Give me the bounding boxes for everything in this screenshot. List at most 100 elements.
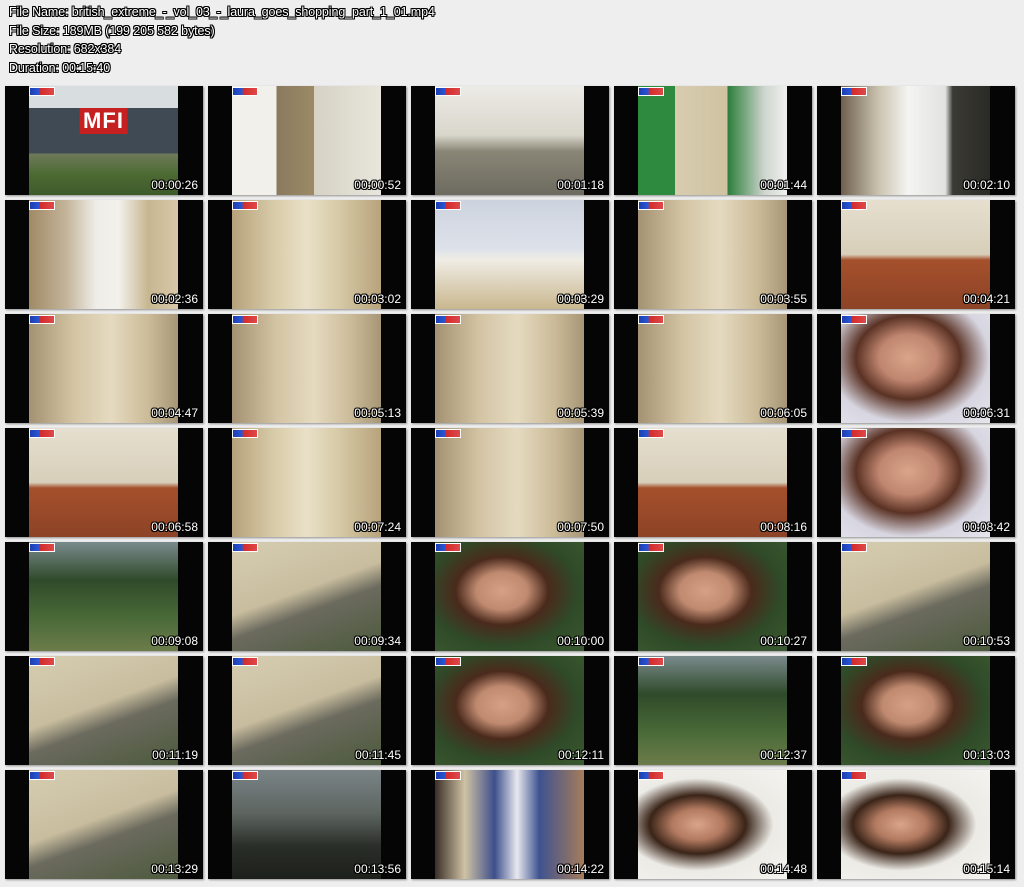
thumbnail: 00:11:45: [208, 656, 406, 765]
thumbnail: 00:14:22: [411, 770, 609, 879]
channel-logo-icon: [232, 771, 258, 780]
timestamp-label: 00:05:13: [354, 406, 401, 420]
store-sign: MFI: [79, 108, 128, 134]
thumbnail: 00:10:27: [614, 542, 812, 651]
channel-logo-icon: [638, 87, 664, 96]
thumbnail: 00:09:34: [208, 542, 406, 651]
thumbnail: 00:06:31: [817, 314, 1015, 423]
thumbnail: 00:01:18: [411, 86, 609, 195]
thumbnail: 00:13:56: [208, 770, 406, 879]
thumbnail: 00:00:52: [208, 86, 406, 195]
thumbnail: 00:04:21: [817, 200, 1015, 309]
thumbnail: 00:09:08: [5, 542, 203, 651]
channel-logo-icon: [435, 543, 461, 552]
channel-logo-icon: [232, 201, 258, 210]
timestamp-label: 00:10:00: [557, 634, 604, 648]
thumbnail: 00:12:11: [411, 656, 609, 765]
thumbnail: 00:03:02: [208, 200, 406, 309]
timestamp-label: 00:06:05: [760, 406, 807, 420]
timestamp-label: 00:12:11: [558, 748, 604, 762]
timestamp-label: 00:00:26: [151, 178, 198, 192]
timestamp-label: 00:07:50: [557, 520, 604, 534]
channel-logo-icon: [435, 315, 461, 324]
thumbnail: 00:15:14: [817, 770, 1015, 879]
timestamp-label: 00:00:52: [354, 178, 401, 192]
channel-logo-icon: [841, 429, 867, 438]
timestamp-label: 00:10:53: [963, 634, 1010, 648]
thumbnail: 00:07:50: [411, 428, 609, 537]
thumbnail: 00:05:13: [208, 314, 406, 423]
channel-logo-icon: [435, 429, 461, 438]
timestamp-label: 00:13:29: [151, 862, 198, 876]
channel-logo-icon: [435, 201, 461, 210]
thumbnail: 00:07:24: [208, 428, 406, 537]
channel-logo-icon: [638, 429, 664, 438]
timestamp-label: 00:15:14: [963, 862, 1010, 876]
thumbnail: 00:13:03: [817, 656, 1015, 765]
timestamp-label: 00:14:48: [760, 862, 807, 876]
channel-logo-icon: [232, 87, 258, 96]
channel-logo-icon: [841, 201, 867, 210]
timestamp-label: 00:01:18: [557, 178, 604, 192]
timestamp-label: 00:12:37: [760, 748, 807, 762]
channel-logo-icon: [435, 657, 461, 666]
channel-logo-icon: [29, 657, 55, 666]
timestamp-label: 00:13:56: [354, 862, 401, 876]
channel-logo-icon: [638, 201, 664, 210]
thumbnail: 00:03:29: [411, 200, 609, 309]
thumbnail: 00:10:00: [411, 542, 609, 651]
thumbnail: 00:06:58: [5, 428, 203, 537]
channel-logo-icon: [232, 543, 258, 552]
thumbnail: 00:10:53: [817, 542, 1015, 651]
channel-logo-icon: [29, 315, 55, 324]
timestamp-label: 00:03:29: [557, 292, 604, 306]
timestamp-label: 00:03:02: [354, 292, 401, 306]
timestamp-label: 00:13:03: [963, 748, 1010, 762]
channel-logo-icon: [638, 315, 664, 324]
thumbnail: 00:11:19: [5, 656, 203, 765]
thumbnail: 00:06:05: [614, 314, 812, 423]
timestamp-label: 00:04:21: [963, 292, 1010, 306]
thumbnail-grid: MFI 00:00:26 00:00:52 00:01:18 00:01:44 00:02…: [5, 86, 1015, 879]
timestamp-label: 00:04:47: [151, 406, 198, 420]
thumbnail: 00:08:16: [614, 428, 812, 537]
timestamp-label: 00:11:19: [152, 748, 198, 762]
timestamp-label: 00:07:24: [354, 520, 401, 534]
timestamp-label: 00:09:08: [151, 634, 198, 648]
thumbnail: 00:12:37: [614, 656, 812, 765]
timestamp-label: 00:10:27: [760, 634, 807, 648]
timestamp-label: 00:14:22: [557, 862, 604, 876]
timestamp-label: 00:06:58: [151, 520, 198, 534]
timestamp-label: 00:01:44: [760, 178, 807, 192]
channel-logo-icon: [29, 771, 55, 780]
timestamp-label: 00:09:34: [354, 634, 401, 648]
channel-logo-icon: [638, 543, 664, 552]
thumbnail: MFI 00:00:26: [5, 86, 203, 195]
channel-logo-icon: [638, 771, 664, 780]
file-name-line: File Name: british_extreme_-_vol_03_-_la…: [9, 5, 435, 19]
file-info-header: File Name: british_extreme_-_vol_03_-_la…: [9, 3, 435, 77]
timestamp-label: 00:06:31: [963, 406, 1010, 420]
thumbnail: 00:01:44: [614, 86, 812, 195]
channel-logo-icon: [841, 87, 867, 96]
thumbnail: 00:05:39: [411, 314, 609, 423]
timestamp-label: 00:08:42: [963, 520, 1010, 534]
timestamp-label: 00:02:36: [151, 292, 198, 306]
thumbnail: 00:03:55: [614, 200, 812, 309]
channel-logo-icon: [841, 315, 867, 324]
timestamp-label: 00:05:39: [557, 406, 604, 420]
timestamp-label: 00:02:10: [963, 178, 1010, 192]
timestamp-label: 00:08:16: [760, 520, 807, 534]
channel-logo-icon: [638, 657, 664, 666]
file-size-line: File Size: 189MB (199 205 582 bytes): [9, 23, 215, 38]
channel-logo-icon: [435, 87, 461, 96]
resolution-line: Resolution: 682x384: [9, 42, 122, 56]
thumbnail: 00:02:36: [5, 200, 203, 309]
channel-logo-icon: [29, 87, 55, 96]
channel-logo-icon: [841, 543, 867, 552]
channel-logo-icon: [841, 657, 867, 666]
channel-logo-icon: [29, 429, 55, 438]
channel-logo-icon: [841, 771, 867, 780]
duration-line: Duration: 00:15:40: [9, 60, 111, 75]
thumbnail: 00:14:48: [614, 770, 812, 879]
